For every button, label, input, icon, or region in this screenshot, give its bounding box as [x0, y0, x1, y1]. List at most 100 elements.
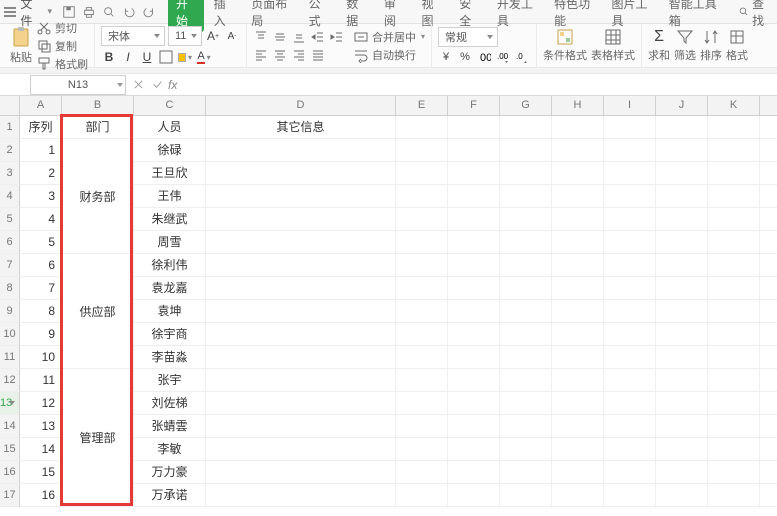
cell-empty[interactable] [760, 300, 777, 323]
cell-empty[interactable] [206, 231, 396, 254]
row-header-8[interactable]: 8 [0, 277, 20, 300]
paste-button[interactable]: 粘贴 [10, 26, 32, 65]
cell-person[interactable]: 朱继武 [134, 208, 206, 231]
cell-empty[interactable] [448, 208, 500, 231]
font-size-select[interactable]: 11 [168, 26, 202, 46]
cell-empty[interactable] [708, 185, 760, 208]
cell-seq[interactable]: 1 [20, 139, 62, 162]
cell-seq[interactable]: 5 [20, 231, 62, 254]
cell-empty[interactable] [552, 208, 604, 231]
wrap-text-button[interactable]: 自动换行 [353, 47, 425, 63]
cell-empty[interactable] [760, 346, 777, 369]
cell-empty[interactable] [396, 231, 448, 254]
number-format-select[interactable]: 常规 [438, 27, 498, 47]
cell-empty[interactable] [552, 162, 604, 185]
cell-empty[interactable] [552, 323, 604, 346]
cell-empty[interactable] [656, 185, 708, 208]
row-header-10[interactable]: 10 [0, 323, 20, 346]
cell-seq[interactable]: 10 [20, 346, 62, 369]
cell-empty[interactable] [708, 277, 760, 300]
cell-empty[interactable] [500, 185, 552, 208]
cell-empty[interactable] [552, 231, 604, 254]
cell-empty[interactable] [760, 231, 777, 254]
cell-seq[interactable]: 13 [20, 415, 62, 438]
cell-empty[interactable] [708, 415, 760, 438]
cell-empty[interactable] [708, 484, 760, 507]
sort-button[interactable]: 排序 [700, 28, 722, 63]
fx-label[interactable]: fx [168, 78, 177, 92]
cell-empty[interactable] [206, 484, 396, 507]
cell-person[interactable]: 张宇 [134, 369, 206, 392]
cell-empty[interactable] [500, 392, 552, 415]
cell-empty[interactable] [656, 139, 708, 162]
bold-button[interactable]: B [101, 49, 117, 65]
cell-person[interactable]: 万力豪 [134, 461, 206, 484]
cell-empty[interactable] [396, 415, 448, 438]
cell-empty[interactable] [448, 346, 500, 369]
cell-empty[interactable] [656, 231, 708, 254]
cell-empty[interactable] [396, 300, 448, 323]
cell-seq[interactable]: 6 [20, 254, 62, 277]
cell-empty[interactable] [708, 346, 760, 369]
cell-empty[interactable] [760, 415, 777, 438]
cell-empty[interactable] [206, 300, 396, 323]
cell-empty[interactable] [500, 346, 552, 369]
cell-empty[interactable] [396, 392, 448, 415]
cell-empty[interactable] [760, 185, 777, 208]
format-painter-button[interactable]: 格式刷 [36, 56, 88, 72]
comma-style-button[interactable]: 000 [476, 49, 492, 65]
column-header-L[interactable]: L [760, 96, 777, 116]
cell-seq[interactable]: 15 [20, 461, 62, 484]
cell-seq[interactable]: 8 [20, 300, 62, 323]
align-middle-button[interactable] [272, 29, 288, 45]
cell-empty[interactable] [500, 208, 552, 231]
cell-empty[interactable] [448, 185, 500, 208]
cell-empty[interactable] [448, 415, 500, 438]
cell-seq[interactable]: 16 [20, 484, 62, 507]
sum-button[interactable]: Σ 求和 [648, 28, 670, 63]
cell-empty[interactable] [552, 392, 604, 415]
cell-empty[interactable] [760, 139, 777, 162]
cell-empty[interactable] [552, 415, 604, 438]
cell-empty[interactable] [604, 116, 656, 139]
cut-button[interactable]: 剪切 [36, 20, 88, 36]
cell-person[interactable]: 袁龙嘉 [134, 277, 206, 300]
cell-dept-merged[interactable]: 供应部 [62, 254, 134, 369]
cell-empty[interactable] [604, 231, 656, 254]
percent-button[interactable]: % [457, 49, 473, 65]
cell-empty[interactable] [552, 438, 604, 461]
cell-empty[interactable] [206, 277, 396, 300]
cell-empty[interactable] [604, 323, 656, 346]
cell-empty[interactable] [396, 484, 448, 507]
row-header-15[interactable]: 15 [0, 438, 20, 461]
cell-seq[interactable]: 7 [20, 277, 62, 300]
font-name-select[interactable]: 宋体 [101, 26, 165, 46]
decrease-indent-button[interactable] [310, 29, 326, 45]
cell-empty[interactable] [604, 139, 656, 162]
cell-empty[interactable] [396, 139, 448, 162]
cell-empty[interactable] [206, 346, 396, 369]
cell-person[interactable]: 徐利伟 [134, 254, 206, 277]
cell-empty[interactable] [708, 116, 760, 139]
currency-button[interactable]: ¥ [438, 49, 454, 65]
cell-empty[interactable] [760, 323, 777, 346]
cell-empty[interactable] [206, 415, 396, 438]
row-header-14[interactable]: 14 [0, 415, 20, 438]
cell-empty[interactable] [206, 185, 396, 208]
cell-empty[interactable] [552, 369, 604, 392]
cell-empty[interactable] [206, 162, 396, 185]
column-header-K[interactable]: K [708, 96, 760, 116]
cell-person[interactable]: 徐宇商 [134, 323, 206, 346]
column-header-D[interactable]: D [206, 96, 396, 116]
row-header-4[interactable]: 4 [0, 185, 20, 208]
cell-person[interactable]: 徐碌 [134, 139, 206, 162]
conditional-format-button[interactable]: 条件格式 [543, 28, 587, 63]
column-header-C[interactable]: C [134, 96, 206, 116]
cells-area[interactable]: 序列部门人员其它信息1徐碌2王旦欣3王伟4朱继武5周雪6徐利伟7袁龙嘉8袁坤9徐… [20, 116, 777, 507]
decrease-decimal-button[interactable]: .0 [514, 49, 530, 65]
merge-center-button[interactable]: 合并居中▾ [353, 29, 425, 45]
filter-button[interactable]: 筛选 [674, 28, 696, 63]
cell-empty[interactable] [552, 484, 604, 507]
cell-empty[interactable] [604, 185, 656, 208]
cell-empty[interactable] [604, 277, 656, 300]
